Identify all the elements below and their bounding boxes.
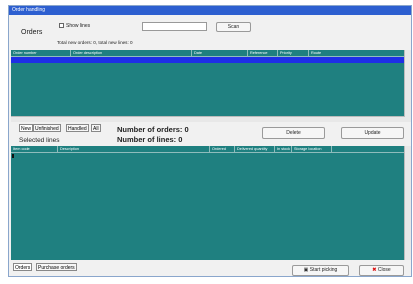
start-picking-label: Start picking [309, 267, 338, 273]
start-picking-button[interactable]: ▣ Start picking [292, 265, 349, 276]
col-order-description[interactable]: Order description [71, 50, 192, 56]
orders-heading: Orders [21, 29, 43, 36]
col-storage-location[interactable]: Storage location [292, 146, 332, 152]
cart-icon: ▣ [303, 267, 309, 273]
col-ordered[interactable]: Ordered [210, 146, 235, 152]
lines-grid-header: Item code Description Ordered Delivered … [11, 146, 405, 153]
tab-all[interactable]: All [91, 124, 101, 132]
col-reference[interactable]: Reference [248, 50, 278, 56]
orders-horizontal-scrollbar[interactable] [11, 116, 405, 122]
close-button[interactable]: ✖ Close [359, 265, 404, 276]
col-in-stock[interactable]: In stock [275, 146, 292, 152]
lines-vertical-scrollbar[interactable] [404, 146, 411, 260]
update-button[interactable]: Update [341, 127, 404, 139]
show-lines-label: Show lines [66, 23, 91, 29]
lines-grid[interactable]: Item code Description Ordered Delivered … [11, 146, 411, 260]
orders-vertical-scrollbar[interactable] [404, 50, 411, 122]
col-item-code[interactable]: Item code [11, 146, 58, 152]
tab-orders[interactable]: Orders [13, 263, 33, 271]
orders-grid-header: Order number Order description Date Refe… [11, 50, 405, 57]
close-label: Close [377, 267, 391, 273]
scan-button[interactable]: Scan [216, 22, 251, 32]
scan-input[interactable] [142, 22, 207, 31]
order-handling-window: Order handling Orders Show lines Scan To… [8, 5, 412, 277]
selected-lines-heading: Selected lines [19, 137, 60, 144]
col-priority[interactable]: Priority [278, 50, 309, 56]
tab-unfinished[interactable]: Unfinished [33, 124, 61, 132]
col-date[interactable]: Date [192, 50, 248, 56]
row-indicator-icon [12, 154, 14, 158]
col-delivered-quantity[interactable]: Delivered quantity [235, 146, 275, 152]
delete-button[interactable]: Delete [262, 127, 325, 139]
window-titlebar: Order handling [9, 6, 411, 15]
tab-new[interactable]: New [19, 124, 34, 132]
col-order-number[interactable]: Order number [11, 50, 71, 56]
number-of-lines: Number of lines: 0 [117, 135, 183, 144]
show-lines-checkbox[interactable] [59, 23, 64, 28]
tab-purchase-orders[interactable]: Purchase orders [36, 263, 77, 271]
number-of-orders: Number of orders: 0 [117, 125, 189, 134]
orders-summary: Total new orders: 0, total new lines: 0 [57, 40, 133, 45]
selected-order-row[interactable] [11, 57, 405, 63]
orders-grid[interactable]: Order number Order description Date Refe… [11, 50, 411, 122]
col-line-description[interactable]: Description [58, 146, 210, 152]
tab-handled[interactable]: Handled [66, 124, 89, 132]
col-route[interactable]: Route [309, 50, 405, 56]
close-icon: ✖ [372, 267, 377, 273]
